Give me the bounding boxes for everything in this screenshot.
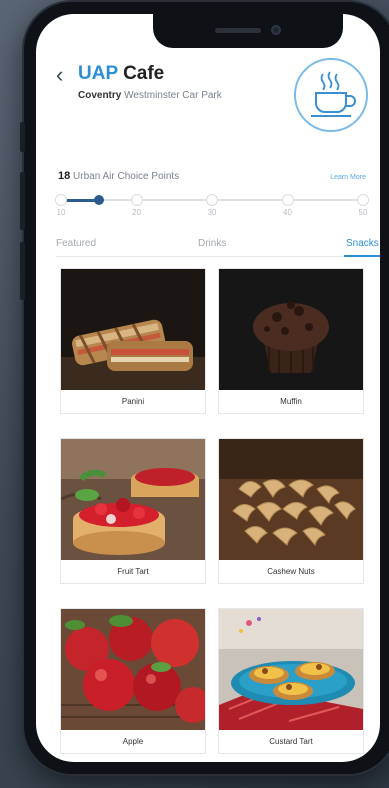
tab-drinks[interactable]: Drinks <box>198 238 226 249</box>
volume-up-button <box>20 172 25 230</box>
product-image <box>61 439 205 560</box>
product-image <box>61 609 205 730</box>
points-value: 18 <box>58 170 71 182</box>
coffee-cup-icon <box>311 71 356 117</box>
product-image <box>219 609 363 730</box>
volume-down-button <box>20 242 25 300</box>
product-name: Fruit Tart <box>61 560 205 583</box>
phone-frame: ‹ UAP Cafe Coventry Westminster Car Park <box>20 2 389 774</box>
product-name: Panini <box>61 390 205 413</box>
tab-featured[interactable]: Featured <box>56 238 96 249</box>
title-text: Cafe <box>123 63 165 84</box>
slider-tick-knob <box>282 195 293 205</box>
slider-tick-knob <box>56 195 66 205</box>
page-title: UAP Cafe <box>78 63 164 85</box>
slider-tick-knob <box>131 195 142 205</box>
location-subtitle: Coventry Westminster Car Park <box>78 90 222 101</box>
slider-handle[interactable] <box>94 195 104 205</box>
location-city: Coventry <box>78 90 122 101</box>
brand-name: UAP <box>78 63 118 84</box>
points-summary: 18 Urban Air Choice Points <box>58 170 179 182</box>
points-label: Urban Air Choice Points <box>73 171 180 182</box>
back-arrow-icon[interactable]: ‹ <box>56 64 63 86</box>
product-card[interactable]: Muffin <box>218 268 364 414</box>
product-image <box>219 269 363 390</box>
speaker-grille <box>215 28 261 33</box>
points-slider[interactable]: 10 20 30 40 50 <box>56 193 368 217</box>
mute-switch <box>20 122 25 152</box>
cafe-logo <box>294 58 368 132</box>
product-card[interactable]: Cashew Nuts <box>218 438 364 584</box>
product-card[interactable]: Apple <box>60 608 206 754</box>
app-screen: ‹ UAP Cafe Coventry Westminster Car Park <box>36 14 380 762</box>
product-name: Cashew Nuts <box>219 560 363 583</box>
product-card[interactable]: Panini <box>60 268 206 414</box>
slider-tick-knob <box>358 195 368 205</box>
learn-more-link[interactable]: Learn More <box>330 174 366 181</box>
location-name: Westminster Car Park <box>124 90 222 101</box>
slider-tick-label: 50 <box>358 208 368 217</box>
notch <box>153 14 343 48</box>
slider-tick-label: 20 <box>132 208 141 217</box>
active-tab-indicator <box>344 255 380 257</box>
slider-tick-label: 40 <box>283 208 292 217</box>
slider-tick-knob <box>207 195 217 205</box>
category-tabs: Featured Drinks Snacks <box>56 234 380 257</box>
product-image <box>61 269 205 390</box>
slider-tick-label: 30 <box>207 208 217 217</box>
tab-snacks[interactable]: Snacks <box>346 238 379 249</box>
product-name: Apple <box>61 730 205 753</box>
product-card[interactable]: Fruit Tart <box>60 438 206 584</box>
camera-icon <box>271 25 281 35</box>
product-name: Muffin <box>219 390 363 413</box>
product-name: Custard Tart <box>219 730 363 753</box>
slider-tick-label: 10 <box>56 208 66 217</box>
product-image <box>219 439 363 560</box>
product-card[interactable]: Custard Tart <box>218 608 364 754</box>
